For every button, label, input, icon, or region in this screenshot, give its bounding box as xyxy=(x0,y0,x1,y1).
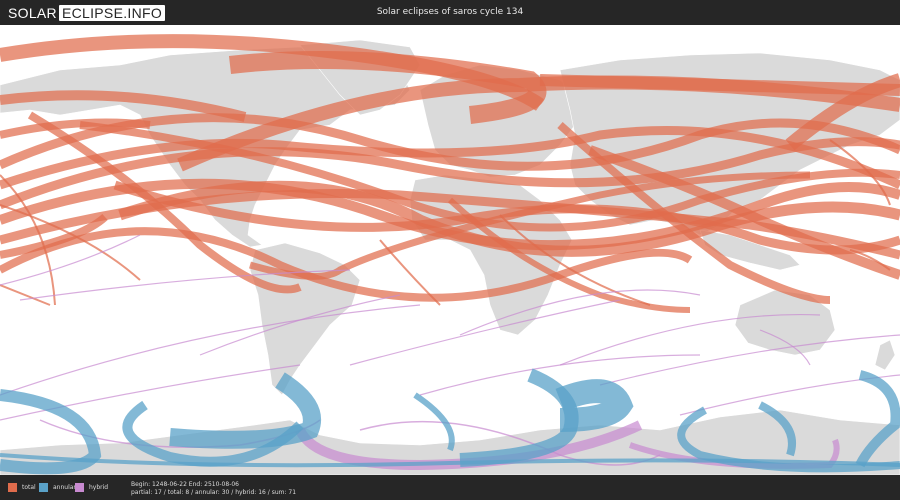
footer-bar: total annular hybrid Begin: 1248-06-22 E… xyxy=(0,475,900,500)
header-bar: SOLAR ECLIPSE.INFO Solar eclipses of sar… xyxy=(0,0,900,25)
legend-swatch-annular xyxy=(39,483,48,492)
eclipse-map-svg xyxy=(0,34,900,475)
stats-date-range: Begin: 1248-06-22 End: 2510-08-06 xyxy=(131,481,239,488)
site-logo[interactable]: SOLAR ECLIPSE.INFO xyxy=(8,3,166,22)
legend-swatch-total xyxy=(8,483,17,492)
hybrid-path-10 xyxy=(0,364,301,421)
legend-label-total: total xyxy=(22,484,36,491)
hybrid-path-8 xyxy=(349,299,621,366)
total-path-24 xyxy=(0,284,51,306)
world-map xyxy=(0,25,900,475)
annular-path-3 xyxy=(169,372,321,449)
stats-counts: partial: 17 / total: 8 / annular: 30 / h… xyxy=(131,489,297,496)
saros-stats: Begin: 1248-06-22 End: 2510-08-06 partia… xyxy=(131,481,296,497)
new-zealand-land xyxy=(874,339,896,371)
legend-label-annular: annular xyxy=(53,484,76,491)
legend-swatch-hybrid xyxy=(75,483,84,492)
hybrid-path-7 xyxy=(0,304,421,396)
legend-item-hybrid: hybrid xyxy=(75,483,108,492)
annular-path-6 xyxy=(555,379,634,432)
logo-solar: SOLAR xyxy=(8,4,57,21)
legend-item-total: total xyxy=(8,483,36,492)
logo-eclipse-info: ECLIPSE.INFO xyxy=(58,4,166,21)
legend-label-hybrid: hybrid xyxy=(89,484,109,491)
legend-item-annular: annular xyxy=(39,483,76,492)
